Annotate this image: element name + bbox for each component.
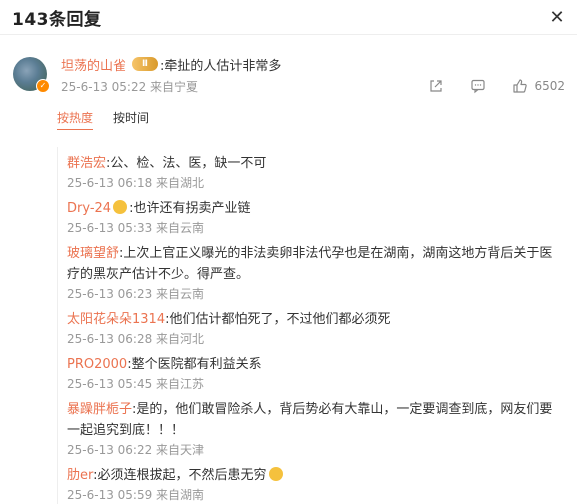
sort-active-underline xyxy=(57,129,93,130)
reply-text: :也许还有拐卖产业链 xyxy=(129,201,251,216)
reply-meta: 25-6-13 06:23 来自云南 xyxy=(67,287,205,301)
reply-panel: 群浩宏:公、检、法、医，缺一不可 25-6-13 06:18 来自湖北 Dry-… xyxy=(57,147,565,504)
reply-text: :整个医院都有利益关系 xyxy=(127,357,262,372)
comment-icon[interactable] xyxy=(470,78,486,94)
reply-text: :必须连根拔起，不然后患无穷 xyxy=(93,468,267,483)
reply-meta: 25-6-13 06:28 来自河北 xyxy=(67,332,205,346)
list-item: 暴躁胖栀子:是的，他们敢冒险杀人，背后势必有大靠山，一定要调查到底，网友们要一起… xyxy=(67,393,565,459)
sort-bar: 按热度 按时间 xyxy=(57,109,565,126)
reply-username[interactable]: 太阳花朵朵1314 xyxy=(67,312,165,327)
sort-by-time-tab[interactable]: 按时间 xyxy=(113,109,149,126)
list-item: 玻璃望舒:上次上官正义曝光的非法卖卵非法代孕也是在湖南，湖南这地方背后关于医疗的… xyxy=(67,237,565,303)
reply-count-title: 143条回复 xyxy=(12,9,102,30)
crown-emoji-icon xyxy=(113,200,128,214)
main-comment: ✓ 坦荡的山雀 Ⅱ :牵扯的人估计非常多 25-6-13 05:22 来自宁夏 xyxy=(0,35,577,130)
vip-badge-icon: Ⅱ xyxy=(132,57,159,71)
share-icon[interactable] xyxy=(428,78,444,94)
dialog-header: 143条回复 ✕ xyxy=(0,0,577,34)
main-comment-text: :牵扯的人估计非常多 xyxy=(160,58,282,74)
comment-actions: 6502 xyxy=(428,78,565,94)
reply-text: :是的，他们敢冒险杀人，背后势必有大靠山，一定要调查到底，网友们要一起追究到底！… xyxy=(67,402,553,438)
like-count: 6502 xyxy=(534,79,565,93)
reply-meta: 25-6-13 05:59 来自湖南 xyxy=(67,488,205,502)
reply-meta: 25-6-13 05:33 来自云南 xyxy=(67,221,205,235)
list-item: 群浩宏:公、检、法、医，缺一不可 25-6-13 06:18 来自湖北 xyxy=(67,147,565,192)
reply-meta: 25-6-13 06:22 来自天津 xyxy=(67,443,205,457)
close-icon[interactable]: ✕ xyxy=(547,7,567,28)
main-comment-meta: 25-6-13 05:22 来自宁夏 xyxy=(61,79,199,94)
crying-emoji-icon xyxy=(268,467,283,481)
thumbs-up-icon xyxy=(512,78,528,94)
list-item: PRO2000:整个医院都有利益关系 25-6-13 05:45 来自江苏 xyxy=(67,348,565,393)
list-item: 太阳花朵朵1314:他们估计都怕死了，不过他们都必须死 25-6-13 06:2… xyxy=(67,303,565,348)
reply-list: 群浩宏:公、检、法、医，缺一不可 25-6-13 06:18 来自湖北 Dry-… xyxy=(57,147,565,504)
like-button[interactable]: 6502 xyxy=(512,78,565,94)
reply-username[interactable]: 群浩宏 xyxy=(67,156,106,171)
reply-username[interactable]: 玻璃望舒 xyxy=(67,246,119,261)
list-item: Dry-24 :也许还有拐卖产业链 25-6-13 05:33 来自云南 xyxy=(67,192,565,237)
reply-meta: 25-6-13 06:18 来自湖北 xyxy=(67,176,205,190)
reply-username[interactable]: 暴躁胖栀子 xyxy=(67,402,132,417)
reply-username[interactable]: PRO2000 xyxy=(67,357,127,372)
list-item: 肋er:必须连根拔起，不然后患无穷 25-6-13 05:59 来自湖南 xyxy=(67,459,565,504)
reply-username[interactable]: Dry-24 xyxy=(67,201,111,216)
sort-by-hot-tab[interactable]: 按热度 xyxy=(57,109,93,126)
reply-meta: 25-6-13 05:45 来自江苏 xyxy=(67,377,205,391)
main-comment-username[interactable]: 坦荡的山雀 xyxy=(61,55,126,74)
reply-username[interactable]: 肋er xyxy=(67,468,93,483)
reply-text: :他们估计都怕死了，不过他们都必须死 xyxy=(165,312,391,327)
reply-text: :公、检、法、医，缺一不可 xyxy=(106,156,267,171)
reply-text: :上次上官正义曝光的非法卖卵非法代孕也是在湖南，湖南这地方背后关于医疗的黑灰产估… xyxy=(67,246,553,282)
avatar[interactable]: ✓ xyxy=(13,57,50,93)
verified-badge-icon: ✓ xyxy=(36,79,50,93)
